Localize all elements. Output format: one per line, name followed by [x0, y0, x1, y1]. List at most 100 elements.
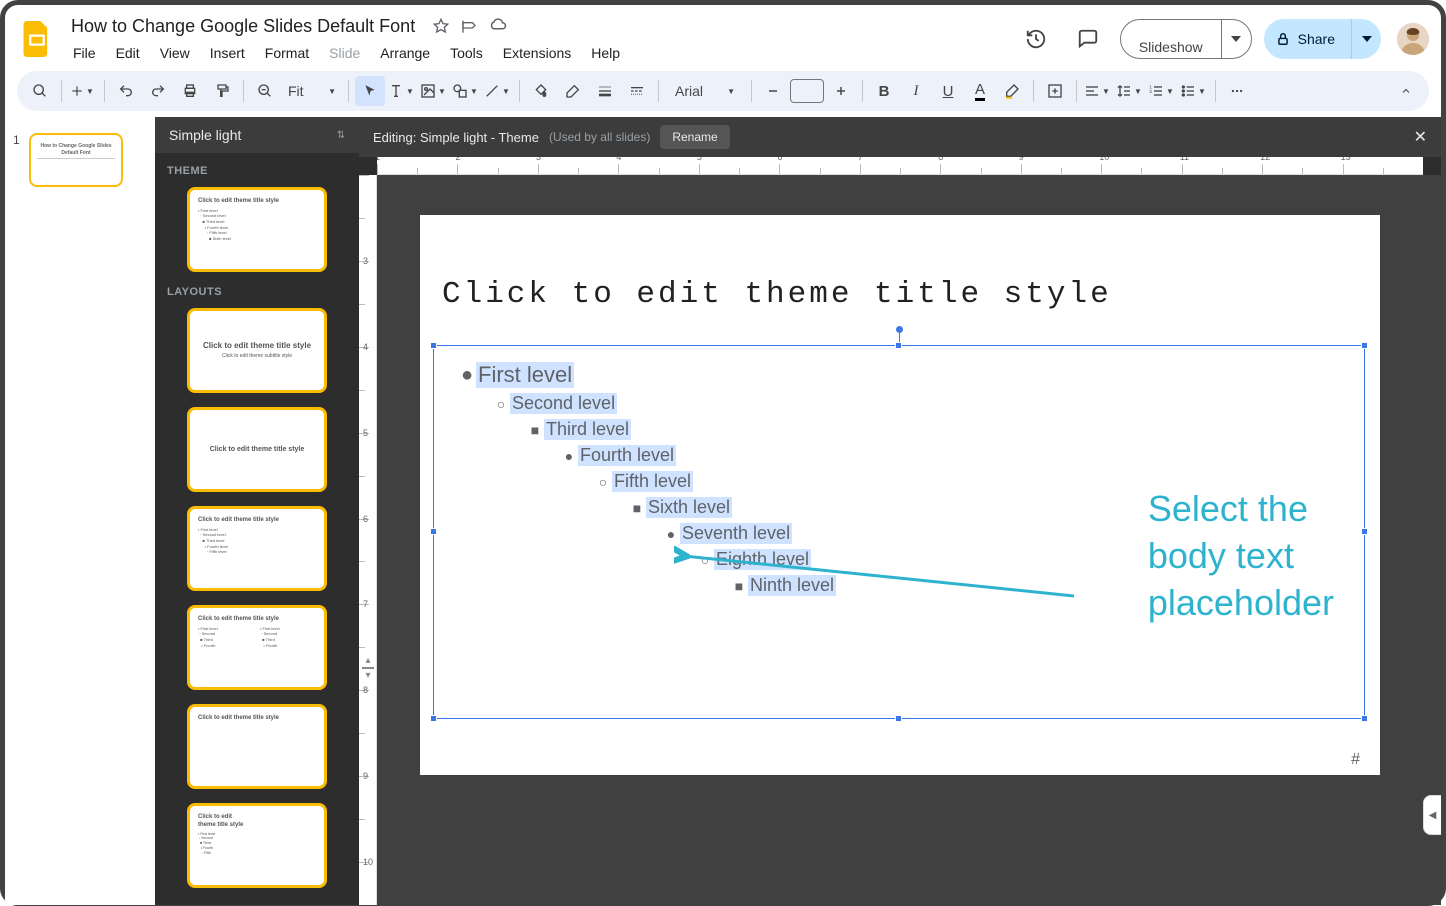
- menu-view[interactable]: View: [152, 41, 198, 65]
- menu-format[interactable]: Format: [257, 41, 317, 65]
- slides-logo[interactable]: [17, 19, 57, 59]
- border-weight-button[interactable]: [590, 76, 620, 106]
- resize-handle[interactable]: [1361, 342, 1368, 349]
- collapse-toolbar-button[interactable]: [1391, 76, 1421, 106]
- slide-canvas[interactable]: Click to edit theme title style ●First l…: [420, 215, 1380, 775]
- comments-icon[interactable]: [1068, 19, 1108, 59]
- print-button[interactable]: [175, 76, 205, 106]
- redo-button[interactable]: [143, 76, 173, 106]
- image-tool[interactable]: ▼: [419, 76, 449, 106]
- layout-thumb-6[interactable]: Click to edit theme title style • First …: [187, 803, 327, 888]
- slideshow-dropdown[interactable]: [1221, 20, 1251, 58]
- level-text[interactable]: Ninth level: [748, 575, 836, 596]
- align-button[interactable]: ▼: [1083, 76, 1113, 106]
- move-icon[interactable]: [461, 18, 477, 34]
- star-icon[interactable]: [433, 18, 449, 34]
- font-size-increase[interactable]: [826, 76, 856, 106]
- layout-thumb-4[interactable]: Click to edit theme title style • First …: [187, 605, 327, 690]
- level-text[interactable]: Second level: [510, 393, 617, 414]
- highlight-button[interactable]: [997, 76, 1027, 106]
- undo-button[interactable]: [111, 76, 141, 106]
- resize-handle[interactable]: [1361, 528, 1368, 535]
- menu-bar: File Edit View Insert Format Slide Arran…: [65, 41, 628, 65]
- text-color-button[interactable]: A: [965, 76, 995, 106]
- slide-thumbnail[interactable]: How to Change Google Slides Default Font: [29, 133, 123, 187]
- resize-handle[interactable]: [430, 342, 437, 349]
- body-text-placeholder[interactable]: ●First level ○Second level ■Third level …: [433, 345, 1365, 719]
- search-icon[interactable]: [25, 76, 55, 106]
- share-button[interactable]: Share: [1264, 19, 1381, 59]
- updown-icon: ⇅: [337, 130, 345, 141]
- ruler-indent-handle[interactable]: ▴▾: [361, 655, 375, 681]
- theme-title-placeholder[interactable]: Click to edit theme title style: [442, 277, 1112, 312]
- layout-thumb-2[interactable]: Click to edit theme title style: [187, 407, 327, 492]
- menu-arrange[interactable]: Arrange: [372, 41, 438, 65]
- menu-edit[interactable]: Edit: [108, 41, 148, 65]
- layout-thumb-1[interactable]: Click to edit theme title style Click to…: [187, 308, 327, 393]
- zoom-level[interactable]: Fit▼: [282, 78, 342, 104]
- menu-tools[interactable]: Tools: [442, 41, 491, 65]
- menu-file[interactable]: File: [65, 41, 104, 65]
- vertical-ruler: 3 45 67 89 10: [359, 175, 377, 905]
- line-spacing-button[interactable]: ▼: [1115, 76, 1145, 106]
- border-color-button[interactable]: [558, 76, 588, 106]
- toolbar: ▼ Fit▼ ▼ ▼ ▼ ▼ Arial▼ B I U A ▼: [17, 71, 1429, 111]
- editing-label: Editing: Simple light - Theme: [373, 130, 539, 145]
- layout-thumb-5[interactable]: Click to edit theme title style: [187, 704, 327, 789]
- cloud-icon[interactable]: [489, 18, 507, 34]
- history-icon[interactable]: [1016, 19, 1056, 59]
- paint-format-button[interactable]: [207, 76, 237, 106]
- font-size-decrease[interactable]: [758, 76, 788, 106]
- account-avatar[interactable]: [1397, 23, 1429, 55]
- canvas-area: Editing: Simple light - Theme (Used by a…: [359, 117, 1441, 905]
- close-icon[interactable]: ✕: [1414, 127, 1427, 147]
- bold-button[interactable]: B: [869, 76, 899, 106]
- menu-slide: Slide: [321, 41, 368, 65]
- level-text[interactable]: Eighth level: [714, 549, 811, 570]
- text-box-tool[interactable]: ▼: [387, 76, 417, 106]
- level-text[interactable]: Fifth level: [612, 471, 693, 492]
- page-number-placeholder[interactable]: #: [1351, 751, 1360, 769]
- menu-insert[interactable]: Insert: [202, 41, 253, 65]
- italic-button[interactable]: I: [901, 76, 931, 106]
- level-text[interactable]: Fourth level: [578, 445, 676, 466]
- slide-number: 1: [13, 133, 23, 187]
- insert-placeholder-button[interactable]: [1040, 76, 1070, 106]
- font-size-input[interactable]: [790, 79, 824, 103]
- resize-handle[interactable]: [430, 528, 437, 535]
- share-dropdown[interactable]: [1351, 19, 1381, 59]
- document-title[interactable]: How to Change Google Slides Default Font: [65, 14, 421, 39]
- underline-button[interactable]: U: [933, 76, 963, 106]
- line-tool[interactable]: ▼: [483, 76, 513, 106]
- menu-help[interactable]: Help: [583, 41, 628, 65]
- resize-handle[interactable]: [895, 342, 902, 349]
- theme-sidebar: Simple light ⇅ THEME Click to edit theme…: [155, 117, 359, 905]
- layouts-label: LAYOUTS: [167, 286, 347, 298]
- zoom-out-icon[interactable]: [250, 76, 280, 106]
- numbered-list-button[interactable]: 12▼: [1147, 76, 1177, 106]
- rename-button[interactable]: Rename: [660, 125, 729, 149]
- select-tool[interactable]: [355, 76, 385, 106]
- level-text[interactable]: Sixth level: [646, 497, 732, 518]
- fill-color-button[interactable]: [526, 76, 556, 106]
- level-text[interactable]: Third level: [544, 419, 631, 440]
- slide-filmstrip: 1 How to Change Google Slides Default Fo…: [5, 117, 155, 905]
- resize-handle[interactable]: [430, 715, 437, 722]
- bullet-list-button[interactable]: ▼: [1179, 76, 1209, 106]
- shape-tool[interactable]: ▼: [451, 76, 481, 106]
- slideshow-button[interactable]: Slideshow: [1120, 19, 1252, 59]
- resize-handle[interactable]: [1361, 715, 1368, 722]
- more-tools-button[interactable]: [1222, 76, 1252, 106]
- layout-thumb-3[interactable]: Click to edit theme title style • First …: [187, 506, 327, 591]
- level-text[interactable]: Seventh level: [680, 523, 792, 544]
- border-dash-button[interactable]: [622, 76, 652, 106]
- font-family[interactable]: Arial▼: [665, 78, 745, 104]
- theme-master-thumb[interactable]: Click to edit theme title style • First …: [187, 187, 327, 272]
- menu-extensions[interactable]: Extensions: [495, 41, 579, 65]
- side-panel-toggle[interactable]: ◀: [1423, 795, 1441, 835]
- new-slide-button[interactable]: ▼: [68, 76, 98, 106]
- resize-handle[interactable]: [895, 715, 902, 722]
- theme-selector[interactable]: Simple light ⇅: [155, 117, 359, 153]
- level-text[interactable]: First level: [476, 362, 574, 388]
- rotation-handle[interactable]: [896, 326, 903, 333]
